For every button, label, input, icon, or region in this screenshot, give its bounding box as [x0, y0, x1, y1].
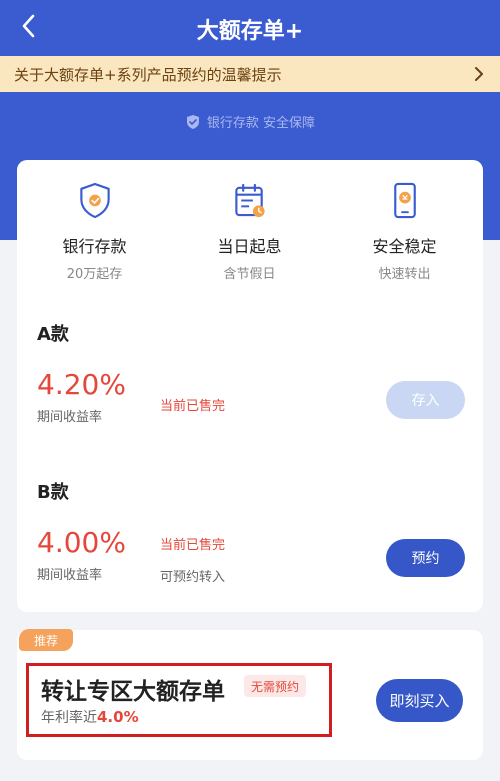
chevron-right-icon — [472, 67, 486, 81]
feature-subtitle: 20万起存 — [66, 267, 123, 282]
buy-now-button[interactable]: 即刻买入 — [376, 679, 463, 722]
assurance-line: 银行存款 安全保障 — [0, 112, 500, 131]
product-b: B款 4.00% 期间收益率 当前已售完 可预约转入 预约 — [37, 478, 467, 598]
product-a: A款 4.20% 期间收益率 当前已售完 存入 — [37, 320, 467, 440]
product-rate-label: 期间收益率 — [37, 568, 103, 583]
product-rate: 4.20% — [37, 368, 126, 401]
shield-icon — [79, 182, 110, 219]
product-rate-label: 期间收益率 — [37, 410, 103, 425]
feature-subtitle: 快速转出 — [378, 267, 431, 282]
highlight-box: 转让专区大额存单 无需预约 年利率近4.0% — [26, 663, 332, 737]
product-rate: 4.00% — [37, 526, 126, 559]
recommend-rate: 4.0% — [97, 708, 139, 726]
product-name: A款 — [37, 324, 69, 345]
product-name: B款 — [37, 482, 69, 503]
product-card: 银行存款 20万起存 当日起息 含节假日 安全稳定 快速转出 A款 4.20% … — [17, 160, 483, 612]
recommend-card[interactable]: 推荐 转让专区大额存单 无需预约 年利率近4.0% 即刻买入 — [17, 629, 483, 760]
feature-row: 银行存款 20万起存 当日起息 含节假日 安全稳定 快速转出 — [17, 182, 483, 282]
recommend-subtitle-prefix: 年利率近 — [41, 710, 97, 726]
product-status: 当前已售完 — [160, 538, 226, 553]
feature-safe-stable: 安全稳定 快速转出 — [327, 182, 482, 282]
notice-banner[interactable]: 关于大额存单+系列产品预约的温馨提示 — [0, 56, 500, 92]
feature-title: 银行存款 — [62, 237, 127, 256]
phone-icon — [393, 182, 416, 219]
feature-bank-deposit: 银行存款 20万起存 — [17, 182, 172, 282]
reserve-button[interactable]: 预约 — [386, 539, 465, 577]
shield-check-icon — [186, 114, 199, 129]
product-status: 当前已售完 — [160, 399, 226, 414]
notice-text: 关于大额存单+系列产品预约的温馨提示 — [14, 65, 282, 84]
calendar-icon — [234, 183, 265, 218]
no-reservation-tag: 无需预约 — [244, 675, 307, 697]
product-note: 可预约转入 — [160, 570, 226, 585]
feature-title: 当日起息 — [217, 237, 282, 256]
feature-subtitle: 含节假日 — [223, 267, 276, 282]
feature-same-day-interest: 当日起息 含节假日 — [172, 182, 327, 282]
deposit-button[interactable]: 存入 — [386, 381, 465, 419]
page-title: 大额存单+ — [196, 19, 304, 44]
recommend-subtitle: 年利率近4.0% — [41, 707, 139, 727]
recommend-badge: 推荐 — [19, 629, 73, 651]
assurance-text: 银行存款 安全保障 — [206, 116, 316, 131]
recommend-title: 转让专区大额存单 — [41, 679, 225, 705]
header: 大额存单+ — [0, 0, 500, 55]
feature-title: 安全稳定 — [372, 237, 437, 256]
